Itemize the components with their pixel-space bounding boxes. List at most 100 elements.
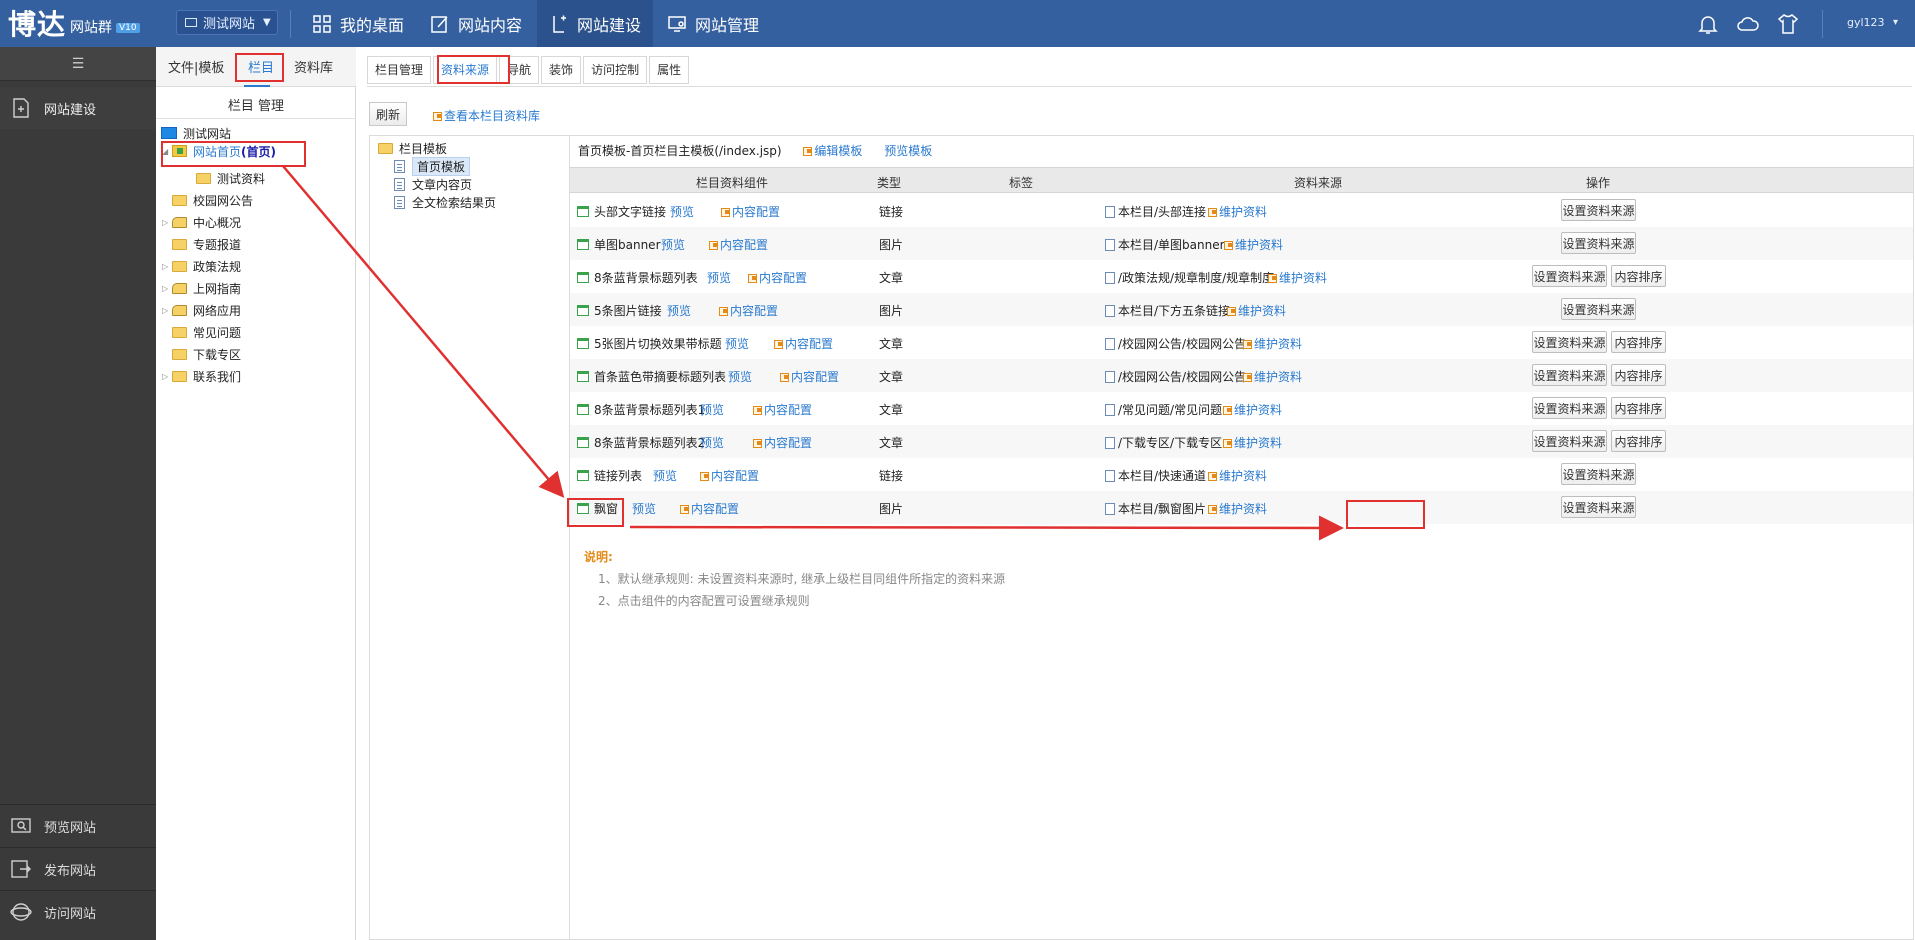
tree-node[interactable]: 专题报道	[162, 234, 241, 254]
set-source-button[interactable]: 设置资料来源	[1561, 463, 1636, 485]
tab-decoration[interactable]: 装饰	[541, 56, 582, 84]
template-item-article[interactable]: 文章内容页	[394, 174, 472, 194]
set-source-button[interactable]: 设置资料来源	[1561, 496, 1636, 518]
sort-content-button[interactable]: 内容排序	[1611, 397, 1666, 419]
maintain-data-link[interactable]: 维护资料	[1208, 467, 1267, 484]
sort-content-button[interactable]: 内容排序	[1611, 265, 1666, 287]
sort-content-button[interactable]: 内容排序	[1611, 430, 1666, 452]
tree-root[interactable]: 测试网站	[161, 123, 231, 143]
bell-icon[interactable]	[1696, 12, 1720, 36]
data-source-label: 本栏目/飘窗图片	[1118, 502, 1207, 516]
tree-node[interactable]: ▷ 中心概况	[162, 212, 241, 232]
maintain-data-link[interactable]: 维护资料	[1208, 500, 1267, 517]
template-item-search[interactable]: 全文检索结果页	[394, 192, 496, 212]
preview-link[interactable]: 预览	[700, 401, 724, 418]
content-config-link[interactable]: 内容配置	[700, 467, 759, 484]
set-source-button[interactable]: 设置资料来源	[1561, 298, 1636, 320]
preview-link[interactable]: 预览	[632, 500, 656, 517]
view-library-link[interactable]: 查看本栏目资料库	[433, 107, 540, 124]
content-config-link[interactable]: 内容配置	[721, 203, 780, 220]
sidebar-publish-site[interactable]: 发布网站	[0, 847, 156, 890]
expand-icon[interactable]: ▷	[162, 284, 172, 293]
maintain-data-link[interactable]: 维护资料	[1223, 401, 1282, 418]
user-name[interactable]: gyl123	[1847, 16, 1885, 29]
tree-node[interactable]: ▷ 网络应用	[162, 300, 241, 320]
tree-node-label: 中心概况	[193, 215, 242, 230]
content-config-link[interactable]: 内容配置	[753, 434, 812, 451]
content-config-link[interactable]: 内容配置	[753, 401, 812, 418]
tree-node[interactable]: ▷ 政策法规	[162, 256, 241, 276]
set-source-button[interactable]: 设置资料来源	[1532, 397, 1607, 419]
shirt-icon[interactable]	[1776, 12, 1800, 36]
expand-icon[interactable]: ▷	[162, 262, 172, 271]
maintain-data-link[interactable]: 维护资料	[1223, 434, 1282, 451]
sidebar-item-build-label: 网站建设	[44, 102, 97, 118]
content-config-link[interactable]: 内容配置	[719, 302, 778, 319]
set-source-button[interactable]: 设置资料来源	[1561, 199, 1636, 221]
monitor-gear-icon	[668, 15, 686, 32]
data-source-label: 本栏目/头部连接	[1118, 205, 1207, 219]
preview-link[interactable]: 预览	[728, 368, 752, 385]
sort-content-button[interactable]: 内容排序	[1611, 331, 1666, 353]
set-source-button[interactable]: 设置资料来源	[1532, 430, 1607, 452]
template-group[interactable]: 栏目模板	[378, 138, 447, 158]
sidebar-visit-site[interactable]: 访问网站	[0, 890, 156, 933]
tab-column-manage[interactable]: 栏目管理	[367, 56, 432, 84]
tab-properties[interactable]: 属性	[649, 56, 690, 84]
preview-link[interactable]: 预览	[667, 302, 691, 319]
preview-link[interactable]: 预览	[725, 335, 749, 352]
content-config-link[interactable]: 内容配置	[780, 368, 839, 385]
tab-library[interactable]: 资料库	[294, 57, 333, 76]
set-source-button[interactable]: 设置资料来源	[1532, 265, 1607, 287]
tree-node[interactable]: ▷ 联系我们	[162, 366, 241, 386]
sidebar-item-build[interactable]: 网站建设	[0, 87, 156, 129]
sidebar-preview-site[interactable]: 预览网站	[0, 804, 156, 847]
table-row: 首条蓝色带摘要标题列表 预览 内容配置 文章/校园网公告/校园网公告 维护资料 设置资料来…	[570, 359, 1913, 392]
preview-link[interactable]: 预览	[653, 467, 677, 484]
tab-file-template[interactable]: 文件|模板	[168, 57, 224, 76]
maintain-data-link[interactable]: 维护资料	[1208, 203, 1267, 220]
data-source: 本栏目/快速通道	[1105, 467, 1206, 484]
template-item-home[interactable]: 首页模板	[394, 156, 471, 176]
maintain-data-link[interactable]: 维护资料	[1243, 335, 1302, 352]
refresh-button[interactable]: 刷新	[369, 102, 407, 126]
content-config-link[interactable]: 内容配置	[748, 269, 807, 286]
maintain-data-link[interactable]: 维护资料	[1268, 269, 1327, 286]
sort-content-button[interactable]: 内容排序	[1611, 364, 1666, 386]
tree-node[interactable]: 测试资料	[196, 168, 265, 188]
expand-icon[interactable]: ▷	[162, 306, 172, 315]
collapse-menu-icon[interactable]: ☰	[0, 47, 156, 81]
expand-icon[interactable]: ▷	[162, 218, 172, 227]
tree-node[interactable]: ▷ 上网指南	[162, 278, 241, 298]
preview-template-link[interactable]: 预览模板	[884, 144, 932, 158]
preview-link[interactable]: 预览	[707, 269, 731, 286]
preview-link[interactable]: 预览	[670, 203, 694, 220]
tree-node[interactable]: 校园网公告	[162, 190, 253, 210]
component-icon	[577, 338, 589, 349]
content-config-link[interactable]: 内容配置	[774, 335, 833, 352]
set-source-button[interactable]: 设置资料来源	[1561, 232, 1636, 254]
nav-content[interactable]: 网站内容	[418, 0, 534, 47]
preview-link[interactable]: 预览	[700, 434, 724, 451]
set-source-button[interactable]: 设置资料来源	[1532, 364, 1607, 386]
expand-icon[interactable]: ▷	[162, 372, 172, 381]
nav-build[interactable]: 网站建设	[537, 0, 654, 47]
set-source-button[interactable]: 设置资料来源	[1532, 331, 1607, 353]
content-config-link[interactable]: 内容配置	[709, 236, 768, 253]
site-select[interactable]: 测试网站 ▼	[176, 10, 278, 35]
chevron-down-icon[interactable]: ▾	[1893, 17, 1898, 28]
tree-node[interactable]: 常见问题	[162, 322, 241, 342]
maintain-data-link[interactable]: 维护资料	[1243, 368, 1302, 385]
content-config-label: 内容配置	[791, 370, 840, 384]
external-link-icon	[780, 373, 789, 382]
maintain-data-link[interactable]: 维护资料	[1224, 236, 1283, 253]
tree-node[interactable]: 下载专区	[162, 344, 241, 364]
tab-access-control[interactable]: 访问控制	[583, 56, 648, 84]
nav-desktop[interactable]: 我的桌面	[300, 0, 416, 47]
content-config-link[interactable]: 内容配置	[680, 500, 739, 517]
edit-template-link[interactable]: 编辑模板	[803, 144, 862, 158]
nav-manage[interactable]: 网站管理	[655, 0, 771, 47]
preview-link[interactable]: 预览	[661, 236, 685, 253]
cloud-icon[interactable]	[1736, 12, 1760, 36]
maintain-data-link[interactable]: 维护资料	[1227, 302, 1286, 319]
